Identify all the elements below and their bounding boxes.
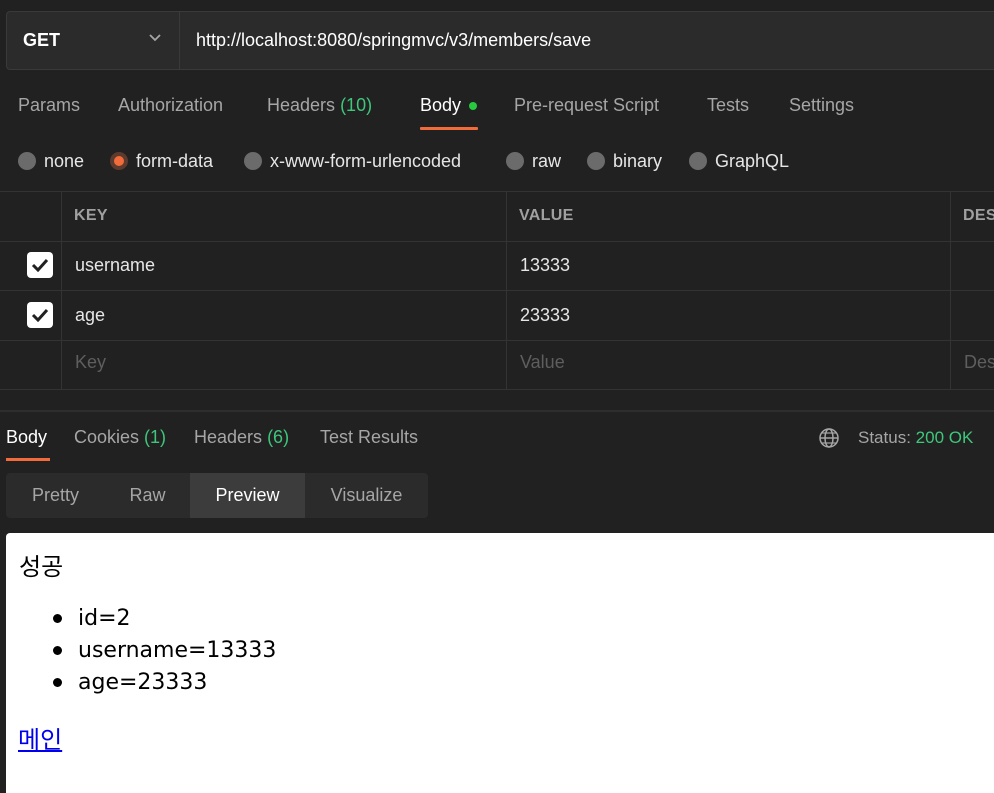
key-cell[interactable]: username: [75, 255, 155, 276]
cookies-count: (1): [144, 427, 167, 447]
new-value-input[interactable]: Value: [520, 352, 565, 373]
cookies-label: Cookies: [74, 427, 140, 447]
column-header-key: KEY: [74, 207, 108, 224]
tab-headers[interactable]: Headers (10): [267, 95, 372, 116]
divider: [61, 191, 62, 390]
status-indicator: Status: 200 OK: [858, 428, 973, 448]
view-preview[interactable]: Preview: [190, 473, 305, 518]
column-header-description: DES: [963, 207, 994, 224]
response-tab-body[interactable]: Body: [6, 427, 47, 448]
headers-count: (6): [267, 427, 290, 447]
radio-none[interactable]: none: [18, 150, 84, 172]
radio-form-data-label: form-data: [136, 150, 214, 171]
list-item: id=2: [52, 603, 276, 635]
row-checkbox[interactable]: [27, 252, 53, 278]
row-checkbox[interactable]: [27, 302, 53, 328]
radio-form-data[interactable]: form-data: [110, 150, 213, 172]
url-input[interactable]: http://localhost:8080/springmvc/v3/membe…: [196, 12, 591, 69]
value-cell[interactable]: 23333: [520, 305, 570, 326]
headers-label: Headers: [194, 427, 263, 447]
radio-graphql-label: GraphQL: [715, 150, 790, 171]
radio-graphql[interactable]: GraphQL: [689, 150, 789, 172]
radio-binary[interactable]: binary: [587, 150, 662, 172]
form-data-table: KEY VALUE DES username 13333 age 23333 K…: [0, 191, 994, 390]
key-cell[interactable]: age: [75, 305, 105, 326]
response-tab-headers[interactable]: Headers (6): [194, 427, 289, 448]
response-tab-test-results[interactable]: Test Results: [320, 427, 418, 448]
divider: [0, 290, 994, 291]
new-key-input[interactable]: Key: [75, 352, 106, 373]
checkmark-icon: [31, 308, 49, 322]
globe-icon[interactable]: [818, 427, 840, 449]
method-select[interactable]: GET: [7, 12, 180, 69]
divider: [0, 191, 994, 192]
radio-raw[interactable]: raw: [506, 150, 561, 172]
status-label: Status:: [858, 428, 911, 447]
view-mode-segmented-control: Pretty Raw Preview Visualize: [6, 473, 428, 518]
chevron-down-icon: [149, 34, 161, 42]
column-header-value: VALUE: [519, 207, 574, 224]
value-cell[interactable]: 13333: [520, 255, 570, 276]
list-item: age=23333: [52, 667, 276, 699]
active-tab-indicator: [420, 127, 478, 130]
response-preview: 성공 id=2 username=13333 age=23333 메인: [6, 533, 994, 793]
radio-urlencoded[interactable]: x-www-form-urlencoded: [244, 150, 461, 172]
view-raw[interactable]: Raw: [105, 473, 190, 518]
view-visualize[interactable]: Visualize: [305, 473, 428, 518]
divider: [0, 241, 994, 242]
tab-headers-count: (10): [340, 95, 373, 115]
status-value: 200 OK: [915, 428, 974, 447]
radio-none-label: none: [44, 150, 85, 171]
divider: [0, 389, 994, 390]
divider: [506, 191, 507, 390]
active-tab-indicator: [6, 458, 50, 461]
tab-headers-label: Headers: [267, 95, 336, 115]
view-pretty[interactable]: Pretty: [6, 473, 105, 518]
tab-settings[interactable]: Settings: [789, 95, 854, 116]
response-tab-cookies[interactable]: Cookies (1): [74, 427, 166, 448]
radio-circle-icon: [689, 152, 707, 170]
radio-circle-icon: [587, 152, 605, 170]
radio-circle-icon: [506, 152, 524, 170]
tab-body[interactable]: Body: [420, 95, 461, 116]
radio-circle-icon: [244, 152, 262, 170]
preview-heading: 성공: [19, 553, 64, 581]
radio-raw-label: raw: [532, 150, 562, 171]
modified-dot-indicator: [469, 102, 477, 110]
radio-binary-label: binary: [613, 150, 663, 171]
divider: [0, 340, 994, 341]
radio-circle-icon: [18, 152, 36, 170]
list-item: username=13333: [52, 635, 276, 667]
tab-tests[interactable]: Tests: [707, 95, 749, 116]
tab-authorization[interactable]: Authorization: [118, 95, 223, 116]
tab-params[interactable]: Params: [18, 95, 80, 116]
method-label: GET: [23, 30, 61, 50]
url-bar: GET http://localhost:8080/springmvc/v3/m…: [6, 11, 994, 70]
response-divider[interactable]: [0, 410, 994, 412]
divider: [950, 191, 951, 390]
tab-prerequest-script[interactable]: Pre-request Script: [514, 95, 659, 116]
preview-list: id=2 username=13333 age=23333: [6, 603, 276, 699]
new-description-input[interactable]: Des: [964, 352, 994, 373]
radio-urlencoded-label: x-www-form-urlencoded: [270, 150, 462, 171]
checkmark-icon: [31, 258, 49, 272]
main-link[interactable]: 메인: [18, 720, 62, 755]
radio-selected-icon: [110, 152, 128, 170]
